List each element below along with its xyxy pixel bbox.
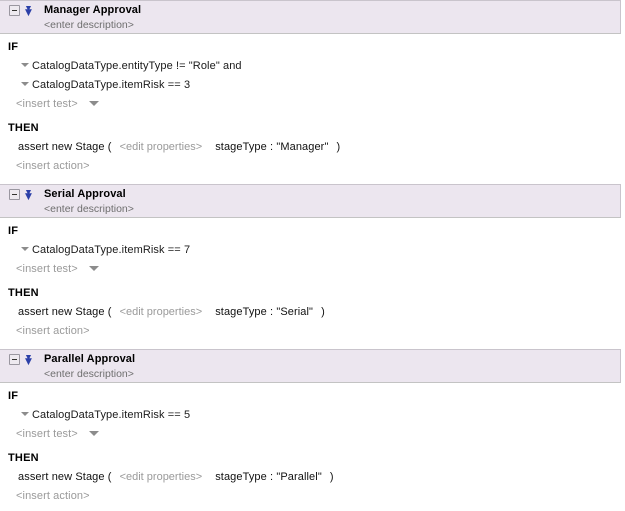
insert-action-row[interactable]: <insert action> [0, 157, 625, 176]
insert-test-row[interactable]: <insert test> [0, 95, 625, 114]
action-suffix: ) [329, 471, 334, 483]
rule-header-row: ▼ ▼ Parallel Approval <enter description> [0, 350, 620, 380]
action-prefix: assert new Stage ( [18, 471, 112, 483]
rule-header[interactable]: ▼ ▼ Manager Approval <enter description> [0, 0, 621, 34]
action-body: stageType : "Manager" [215, 141, 329, 153]
if-label: IF [8, 225, 19, 237]
then-label: THEN [8, 287, 39, 299]
rules-editor: ▼ ▼ Manager Approval <enter description> … [0, 0, 625, 511]
insert-test-label: <insert test> [16, 263, 78, 275]
insert-action-row[interactable]: <insert action> [0, 487, 625, 506]
insert-test-row[interactable]: <insert test> [0, 425, 625, 444]
rule-description[interactable]: <enter description> [44, 203, 134, 215]
chevron-down-icon[interactable] [88, 265, 99, 271]
condition-text: CatalogDataType.itemRisk == 7 [32, 244, 191, 256]
rule-title: Serial Approval [44, 188, 126, 200]
chevron-down-icon[interactable] [88, 100, 99, 106]
double-chevron-down-icon[interactable]: ▼ ▼ [25, 190, 35, 201]
if-label: IF [8, 390, 19, 402]
then-label: THEN [8, 122, 39, 134]
rule-header-row: ▼ ▼ Manager Approval <enter description> [0, 1, 620, 31]
rule-body: IF CatalogDataType.itemRisk == 7 <insert… [0, 218, 625, 349]
rule-body: IF CatalogDataType.entityType != "Role" … [0, 34, 625, 184]
condition-row[interactable]: CatalogDataType.entityType != "Role" and [0, 57, 625, 76]
triangle-down-icon[interactable] [21, 82, 29, 86]
rule-title: Parallel Approval [44, 353, 136, 365]
condition-row[interactable]: CatalogDataType.itemRisk == 3 [0, 76, 625, 95]
rule-description[interactable]: <enter description> [44, 19, 134, 31]
action-body: stageType : "Serial" [215, 306, 314, 318]
condition-text: CatalogDataType.itemRisk == 3 [32, 79, 191, 91]
double-chevron-down-icon[interactable]: ▼ ▼ [25, 355, 35, 366]
condition-row[interactable]: CatalogDataType.itemRisk == 7 [0, 241, 625, 260]
collapse-minus-icon[interactable] [9, 189, 20, 200]
collapse-minus-icon[interactable] [9, 354, 20, 365]
rule-title: Manager Approval [44, 4, 142, 16]
insert-action-label: <insert action> [16, 325, 90, 337]
action-row[interactable]: assert new Stage ( <edit properties> sta… [0, 138, 625, 157]
rule-header[interactable]: ▼ ▼ Parallel Approval <enter description> [0, 349, 621, 383]
rule-header-row: ▼ ▼ Serial Approval <enter description> [0, 185, 620, 215]
condition-text: CatalogDataType.entityType != "Role" and [32, 60, 242, 72]
action-row[interactable]: assert new Stage ( <edit properties> sta… [0, 303, 625, 322]
action-suffix: ) [336, 141, 341, 153]
insert-action-label: <insert action> [16, 160, 90, 172]
rule-description[interactable]: <enter description> [44, 368, 134, 380]
rule-body: IF CatalogDataType.itemRisk == 5 <insert… [0, 383, 625, 506]
rule-header[interactable]: ▼ ▼ Serial Approval <enter description> [0, 184, 621, 218]
edit-properties-link[interactable]: <edit properties> [120, 141, 203, 153]
then-label: THEN [8, 452, 39, 464]
action-prefix: assert new Stage ( [18, 306, 112, 318]
action-suffix: ) [321, 306, 325, 318]
action-prefix: assert new Stage ( [18, 141, 112, 153]
condition-text: CatalogDataType.itemRisk == 5 [32, 409, 191, 421]
triangle-down-icon[interactable] [21, 63, 29, 67]
if-label: IF [8, 41, 19, 53]
insert-test-label: <insert test> [16, 428, 78, 440]
insert-action-label: <insert action> [16, 490, 90, 502]
triangle-down-icon[interactable] [21, 412, 29, 416]
double-chevron-down-icon[interactable]: ▼ ▼ [25, 6, 35, 17]
condition-row[interactable]: CatalogDataType.itemRisk == 5 [0, 406, 625, 425]
rule-block: ▼ ▼ Serial Approval <enter description> I… [0, 184, 625, 349]
insert-test-row[interactable]: <insert test> [0, 260, 625, 279]
insert-test-label: <insert test> [16, 98, 78, 110]
insert-action-row[interactable]: <insert action> [0, 322, 625, 341]
edit-properties-link[interactable]: <edit properties> [120, 306, 203, 318]
chevron-down-icon[interactable] [88, 430, 99, 436]
rule-block: ▼ ▼ Manager Approval <enter description> … [0, 0, 625, 184]
action-body: stageType : "Parallel" [215, 471, 322, 483]
rule-block: ▼ ▼ Parallel Approval <enter description>… [0, 349, 625, 506]
collapse-minus-icon[interactable] [9, 5, 20, 16]
triangle-down-icon[interactable] [21, 247, 29, 251]
edit-properties-link[interactable]: <edit properties> [120, 471, 203, 483]
action-row[interactable]: assert new Stage ( <edit properties> sta… [0, 468, 625, 487]
